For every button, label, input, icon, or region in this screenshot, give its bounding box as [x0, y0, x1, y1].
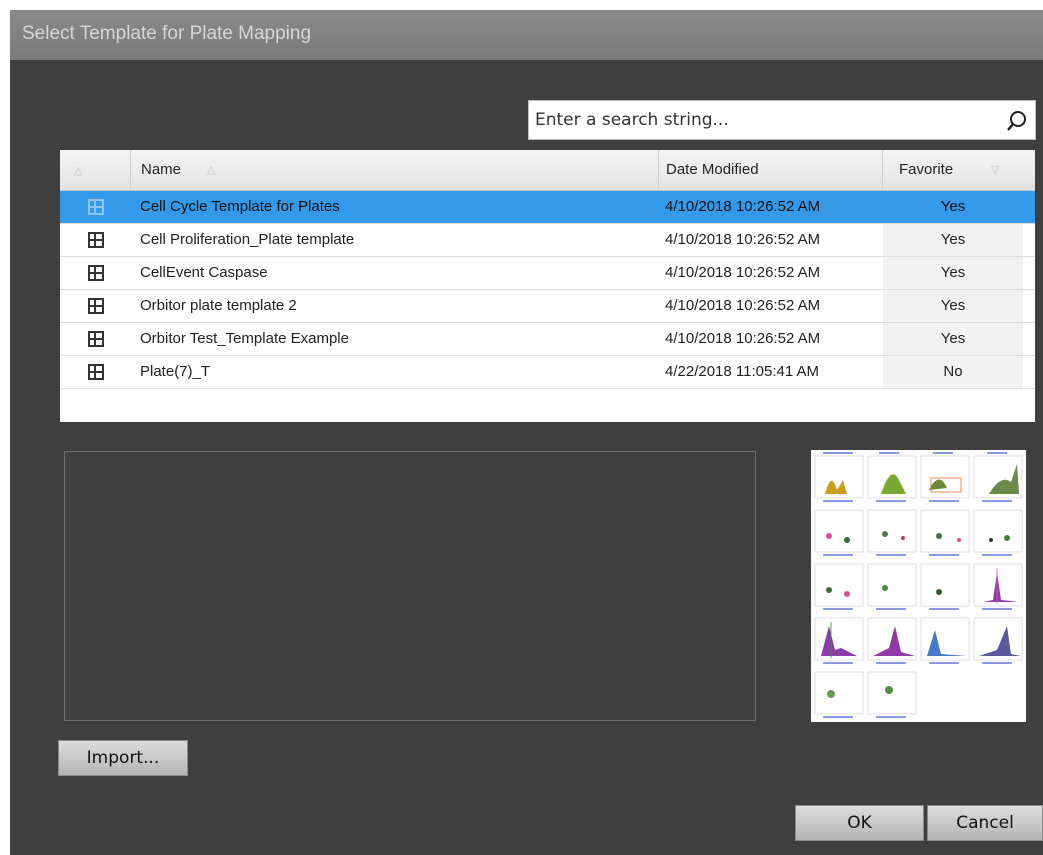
row-date-modified: 4/10/2018 10:26:52 AM: [665, 231, 821, 248]
row-name: Cell Cycle Template for Plates: [140, 198, 340, 215]
plate-grid-icon: [88, 265, 104, 281]
row-date-modified: 4/10/2018 10:26:52 AM: [665, 297, 821, 314]
sort-ascending-icon: △: [207, 164, 216, 176]
template-description-panel: [64, 451, 756, 721]
template-table: △ Name △ Date Modified Favorite ▽ Cell C…: [60, 150, 1035, 422]
plate-grid-icon: [88, 331, 104, 347]
template-preview-thumbnail: [811, 450, 1026, 722]
row-favorite: Yes: [883, 224, 1023, 256]
row-favorite: No: [883, 356, 1023, 388]
row-favorite: Yes: [883, 323, 1023, 355]
plate-mapping-dialog: Select Template for Plate Mapping △ Name…: [10, 10, 1043, 855]
column-header-date-modified[interactable]: Date Modified: [658, 150, 883, 190]
plate-grid-icon: [88, 364, 104, 380]
import-button[interactable]: Import...: [58, 740, 188, 776]
sort-ascending-icon[interactable]: △: [74, 164, 82, 177]
row-favorite: Yes: [940, 198, 966, 215]
table-header: △ Name △ Date Modified Favorite ▽: [60, 150, 1035, 191]
ok-button[interactable]: OK: [795, 805, 924, 841]
row-favorite: Yes: [883, 290, 1023, 322]
row-name: Plate(7)_T: [140, 363, 211, 380]
row-name: Orbitor Test_Template Example: [140, 330, 349, 347]
column-header-favorite[interactable]: Favorite ▽: [882, 150, 1035, 190]
row-name: Orbitor plate template 2: [140, 297, 297, 314]
row-name: Cell Proliferation_Plate template: [140, 231, 355, 248]
table-row[interactable]: Cell Proliferation_Plate template 4/10/2…: [60, 224, 1035, 257]
table-row[interactable]: Orbitor plate template 2 4/10/2018 10:26…: [60, 290, 1035, 323]
row-name: CellEvent Caspase: [140, 264, 268, 281]
table-row[interactable]: Plate(7)_T 4/22/2018 11:05:41 AM No: [60, 356, 1035, 389]
plate-grid-icon: [88, 199, 104, 215]
title-bar[interactable]: Select Template for Plate Mapping: [10, 10, 1043, 60]
table-row[interactable]: Orbitor Test_Template Example 4/10/2018 …: [60, 323, 1035, 356]
row-date-modified: 4/10/2018 10:26:52 AM: [665, 330, 821, 347]
column-header-name[interactable]: Name △: [130, 150, 660, 190]
plate-grid-icon: [88, 232, 104, 248]
plate-grid-icon: [88, 298, 104, 314]
row-date-modified: 4/10/2018 10:26:52 AM: [665, 198, 821, 215]
table-row[interactable]: CellEvent Caspase 4/10/2018 10:26:52 AM …: [60, 257, 1035, 290]
cancel-button[interactable]: Cancel: [927, 805, 1043, 841]
row-date-modified: 4/10/2018 10:26:52 AM: [665, 264, 821, 281]
row-date-modified: 4/22/2018 11:05:41 AM: [665, 363, 820, 380]
dialog-title: Select Template for Plate Mapping: [22, 23, 312, 44]
row-favorite: Yes: [883, 257, 1023, 289]
search-icon[interactable]: [1005, 109, 1029, 133]
sort-descending-icon: ▽: [991, 164, 1000, 176]
search-input[interactable]: [535, 101, 975, 139]
search-box[interactable]: [528, 100, 1036, 140]
table-row[interactable]: Cell Cycle Template for Plates 4/10/2018…: [60, 191, 1035, 224]
